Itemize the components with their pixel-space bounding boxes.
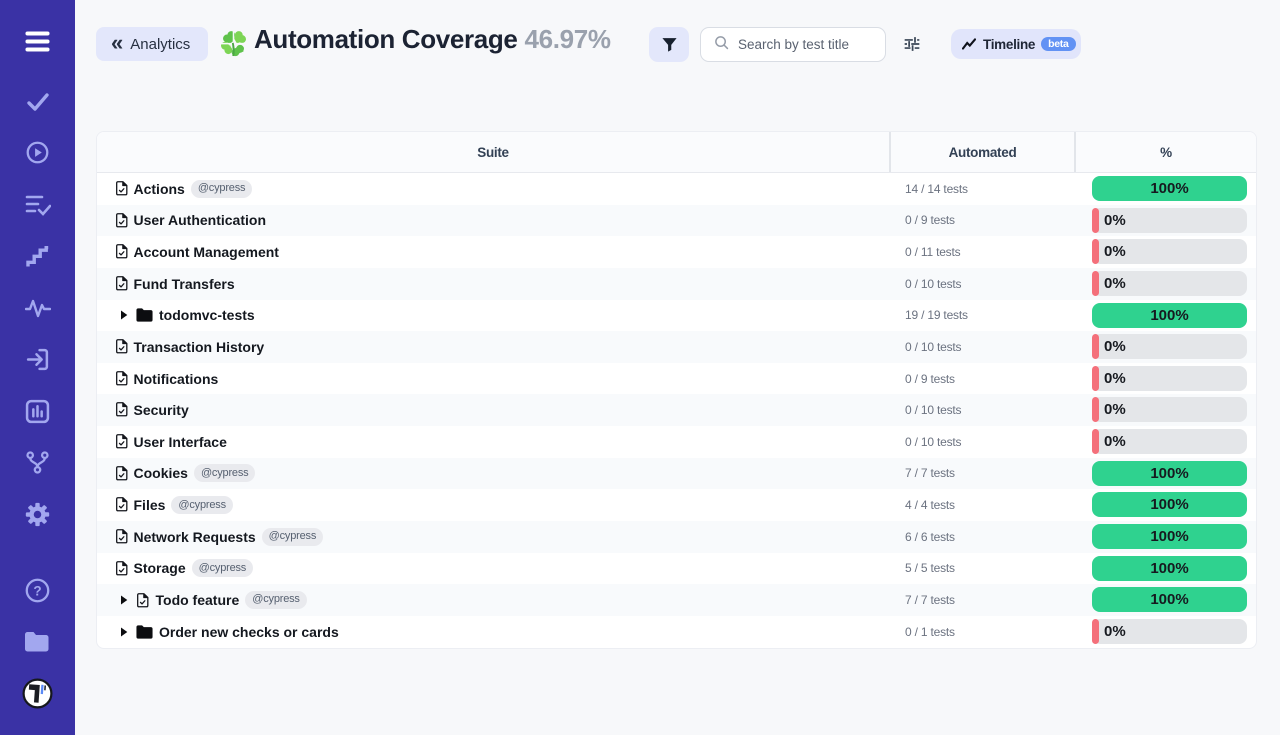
svg-text:?: ? [33, 583, 41, 598]
